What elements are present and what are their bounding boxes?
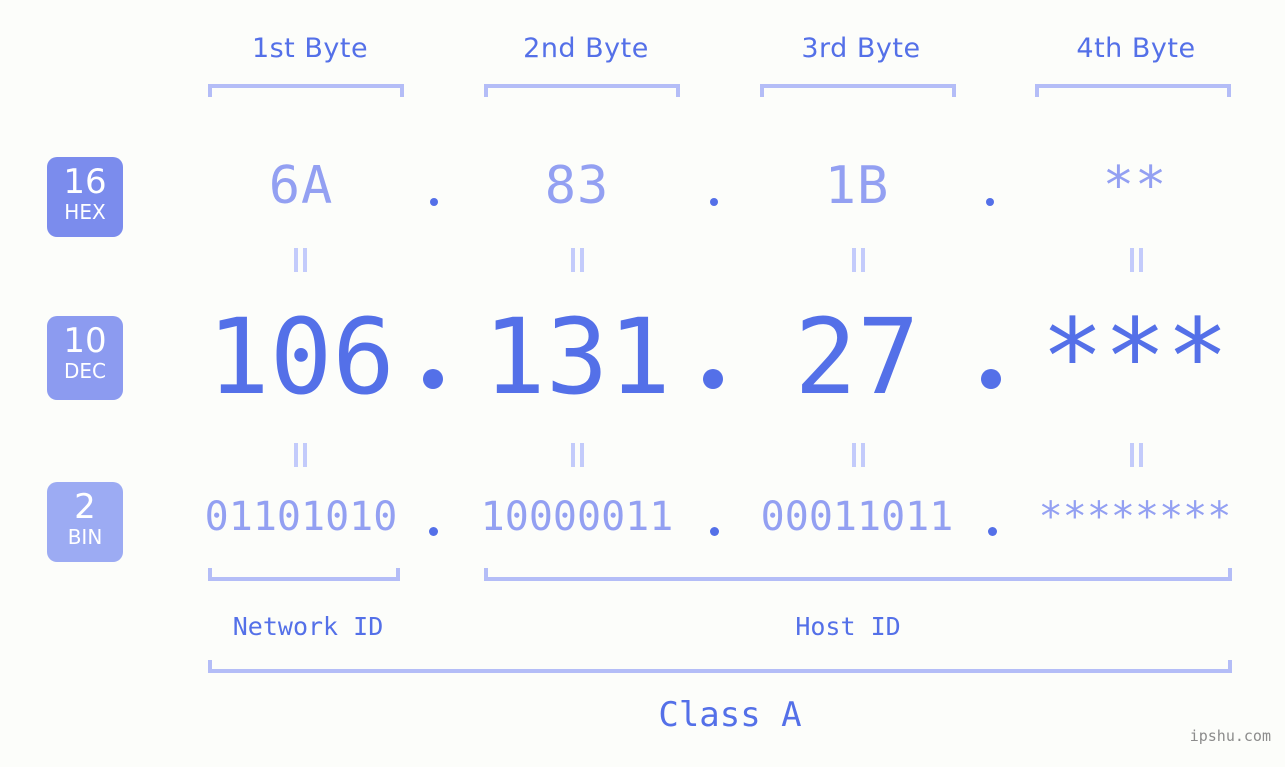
hex-byte-2: 83 — [544, 156, 610, 216]
host-id-bracket — [484, 568, 1232, 581]
byte-header-2: 2nd Byte — [523, 33, 649, 64]
bin-separator-2 — [710, 527, 719, 536]
equality-marker-hex-dec-1 — [293, 248, 309, 272]
dec-separator-1 — [423, 369, 443, 389]
bin-separator-1 — [429, 527, 438, 536]
byte-header-3: 3rd Byte — [801, 33, 921, 64]
byte-header-1: 1st Byte — [251, 33, 369, 64]
bin-byte-4: ******** — [1038, 494, 1232, 540]
dec-separator-3 — [981, 369, 1001, 389]
byte-bracket-top-1 — [208, 84, 404, 97]
hex-separator-3 — [986, 198, 994, 206]
byte-bracket-top-2 — [484, 84, 680, 97]
base-badge-dec-name: DEC — [63, 359, 106, 383]
bin-byte-2: 10000011 — [480, 494, 674, 540]
base-badge-bin-number: 2 — [74, 487, 96, 527]
base-badge-hex-number: 16 — [63, 162, 107, 202]
hex-separator-1 — [430, 198, 438, 206]
ip-address-diagram: 1st Byte 2nd Byte 3rd Byte 4th Byte 16 H… — [0, 0, 1285, 767]
hex-byte-4: ** — [1102, 156, 1168, 216]
hex-byte-1: 6A — [268, 156, 334, 216]
equality-marker-dec-bin-4 — [1129, 443, 1145, 467]
base-badge-hex-name: HEX — [64, 200, 106, 224]
bin-byte-1: 01101010 — [204, 494, 398, 540]
base-badge-dec-number: 10 — [63, 321, 107, 361]
dec-byte-4: *** — [1041, 296, 1229, 418]
host-id-label: Host ID — [795, 612, 901, 641]
equality-marker-dec-bin-3 — [851, 443, 867, 467]
equality-marker-hex-dec-3 — [851, 248, 867, 272]
dec-separator-2 — [703, 369, 723, 389]
equality-marker-hex-dec-4 — [1129, 248, 1145, 272]
base-badge-bin: 2 BIN — [47, 482, 123, 562]
base-badge-dec: 10 DEC — [47, 316, 123, 400]
hex-byte-3: 1B — [824, 156, 890, 216]
dec-byte-1: 106 — [207, 296, 395, 418]
equality-marker-hex-dec-2 — [570, 248, 586, 272]
site-watermark: ipshu.com — [1189, 727, 1271, 745]
equality-marker-dec-bin-2 — [570, 443, 586, 467]
class-label: Class A — [658, 695, 802, 735]
byte-header-4: 4th Byte — [1076, 33, 1196, 64]
bin-byte-3: 00011011 — [760, 494, 954, 540]
byte-bracket-top-4 — [1035, 84, 1231, 97]
class-bracket — [208, 660, 1232, 673]
dec-byte-2: 131 — [483, 296, 671, 418]
equality-marker-dec-bin-1 — [293, 443, 309, 467]
network-id-label: Network ID — [232, 612, 384, 641]
dec-byte-3: 27 — [794, 296, 920, 418]
network-id-bracket — [208, 568, 400, 581]
base-badge-bin-name: BIN — [67, 525, 103, 549]
bin-separator-3 — [988, 527, 997, 536]
hex-separator-2 — [710, 198, 718, 206]
base-badge-hex: 16 HEX — [47, 157, 123, 237]
byte-bracket-top-3 — [760, 84, 956, 97]
